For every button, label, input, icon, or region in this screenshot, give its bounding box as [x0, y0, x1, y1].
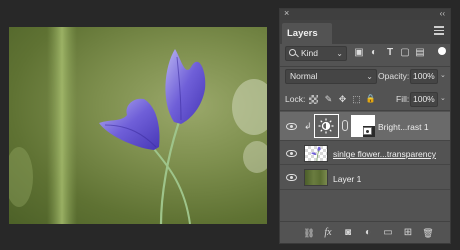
lock-label: Lock:	[285, 94, 306, 104]
clipping-arrow-icon: ↲	[304, 121, 312, 131]
lock-image-icon[interactable]: ✎	[323, 93, 334, 105]
image-filter-icon[interactable]: ▣	[352, 46, 366, 60]
layer-row-brightness-contrast[interactable]: ↲ Bright...rast 1	[280, 112, 450, 141]
layer-row-flower[interactable]: sinlge flower...transparency	[280, 142, 450, 165]
smart-object-filter-icon[interactable]: ▤	[413, 46, 427, 60]
new-layer-icon[interactable]: ⊞	[401, 226, 415, 240]
filter-kind-label: Kind	[301, 48, 319, 58]
filter-toggle[interactable]	[438, 47, 446, 55]
add-mask-icon[interactable]: ◙	[341, 226, 355, 240]
lock-all-icon[interactable]: 🔒	[365, 93, 376, 105]
layer-name[interactable]: Bright...rast 1	[378, 122, 429, 132]
fill-field[interactable]: 100%	[410, 92, 438, 107]
tab-layers[interactable]: Layers	[282, 23, 332, 44]
fill-dropdown-icon[interactable]: ⌄	[440, 94, 446, 102]
photoshop-window: × ‹‹ Layers Kind ⌄ ▣ ◐ T ▢ ▤ Normal ⌄ Op…	[0, 0, 460, 250]
panel-tab-row: Layers	[280, 20, 450, 44]
chevron-down-icon: ⌄	[366, 72, 373, 81]
type-filter-icon[interactable]: T	[383, 46, 397, 60]
flower-photo	[9, 27, 267, 224]
lock-row: Lock: ✎ ✥ ⬚ 🔒 Fill: 100% ⌄	[280, 90, 450, 110]
layer-name[interactable]: sinlge flower...transparency	[333, 149, 436, 159]
layer-name[interactable]: Layer 1	[333, 174, 361, 184]
panel-collapse-button[interactable]: ‹‹	[440, 8, 445, 19]
blend-mode-value: Normal	[290, 71, 318, 81]
panel-title-bar[interactable]: × ‹‹	[280, 8, 450, 20]
layer-row-layer-1[interactable]: Layer 1	[280, 166, 450, 190]
lock-position-icon[interactable]: ✥	[337, 93, 348, 105]
adjustment-filter-icon[interactable]: ◐	[367, 46, 381, 60]
visibility-eye-icon[interactable]	[286, 123, 297, 130]
mask-badge-icon	[363, 127, 372, 135]
layers-bottom-toolbar: ⛓ fx ◙ ◐ ▭ ⊞ 🗑	[280, 221, 450, 243]
layer-filter-row: Kind ⌄ ▣ ◐ T ▢ ▤	[280, 44, 450, 66]
new-group-icon[interactable]: ▭	[381, 226, 395, 240]
search-icon	[289, 49, 296, 56]
chevron-down-icon: ⌄	[336, 49, 343, 58]
filter-kind-select[interactable]: Kind ⌄	[285, 46, 347, 61]
mask-link-icon[interactable]	[342, 120, 348, 131]
opacity-dropdown-icon[interactable]: ⌄	[440, 71, 446, 79]
flower-thumbnail-image	[311, 146, 321, 161]
link-layers-icon[interactable]: ⛓	[302, 226, 316, 240]
opacity-field[interactable]: 100%	[410, 69, 438, 84]
layers-panel: × ‹‹ Layers Kind ⌄ ▣ ◐ T ▢ ▤ Normal ⌄ Op…	[279, 8, 451, 244]
layer-style-fx-icon[interactable]: fx	[321, 226, 335, 240]
opacity-label: Opacity:	[378, 71, 410, 81]
lock-transparent-icon[interactable]	[309, 95, 318, 104]
document-canvas-area[interactable]	[0, 0, 276, 250]
document-image[interactable]	[9, 27, 267, 224]
visibility-eye-icon[interactable]	[286, 150, 297, 157]
blend-mode-row: Normal ⌄ Opacity: 100% ⌄	[280, 67, 450, 87]
lock-artboard-icon[interactable]: ⬚	[351, 93, 362, 105]
layer-thumbnail[interactable]	[304, 145, 328, 162]
delete-layer-icon[interactable]: 🗑	[421, 226, 435, 240]
blend-mode-select[interactable]: Normal ⌄	[285, 69, 377, 84]
shape-filter-icon[interactable]: ▢	[398, 46, 412, 60]
fill-label: Fill:	[396, 94, 410, 104]
hamburger-menu-icon[interactable]	[434, 26, 444, 35]
panel-close-button[interactable]: ×	[284, 8, 289, 19]
adjustment-thumbnail[interactable]	[314, 114, 339, 138]
divider	[280, 110, 450, 111]
new-adjustment-icon[interactable]: ◐	[361, 226, 375, 240]
brightness-icon	[318, 118, 334, 134]
visibility-eye-icon[interactable]	[286, 174, 297, 181]
layer-thumbnail[interactable]	[304, 169, 328, 186]
